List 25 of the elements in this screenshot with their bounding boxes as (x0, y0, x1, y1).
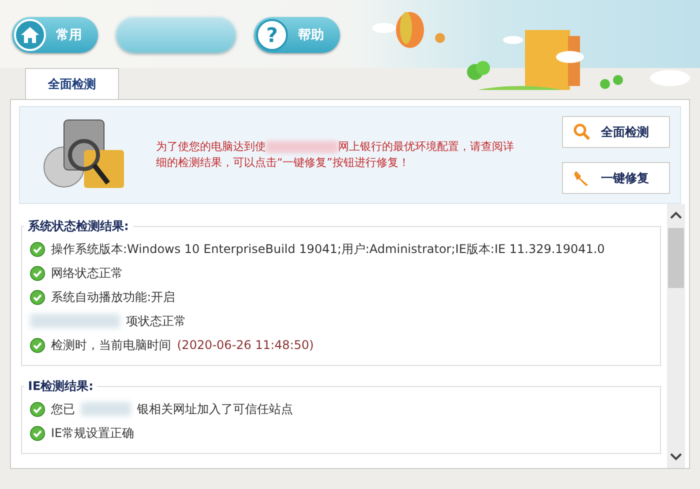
blurred-button[interactable] (116, 17, 236, 53)
result-text: 您已 (51, 400, 75, 418)
result-text: 项状态正常 (126, 312, 186, 330)
help-icon: ? (266, 25, 278, 45)
intro-message: 为了使您的电脑达到使 网上银行的最优环境配置，请查阅详细的检测结果，可以点击“一键修复”按钮进行修复！ (156, 139, 515, 171)
tab[interactable]: 全面检测 (25, 68, 119, 99)
action-button[interactable]: 一键修复 (562, 162, 670, 194)
result-text: 操作系统版本:Windows 10 EnterpriseBuild 19041;用户:Administrator;IE版本:IE 11.329.19041.0 (51, 240, 605, 258)
scroll-thumb[interactable] (668, 228, 684, 288)
scrollbar[interactable] (667, 204, 685, 468)
timestamp: (2020-06-26 11:48:50) (177, 338, 314, 352)
group-title: IE检测结果: (27, 378, 94, 395)
home-icon (19, 24, 41, 46)
result-text: 检测时，当前电脑时间 (51, 336, 171, 354)
result-text: 银相关网址加入了可信任站点 (137, 400, 293, 418)
result-text: 网络状态正常 (51, 264, 123, 282)
result-text: IE常规设置正确 (51, 424, 134, 442)
scroll-up-icon[interactable] (670, 210, 682, 220)
blurred-area (81, 402, 131, 416)
toolbar-button[interactable]: ? 帮助 (254, 17, 340, 53)
result-text: 系统自动播放功能:开启 (51, 288, 176, 306)
search-icon (573, 123, 591, 141)
scroll-down-icon[interactable] (670, 452, 682, 462)
action-button[interactable]: 全面检测 (562, 116, 670, 148)
group-title: 系统状态检测结果: (27, 218, 130, 235)
